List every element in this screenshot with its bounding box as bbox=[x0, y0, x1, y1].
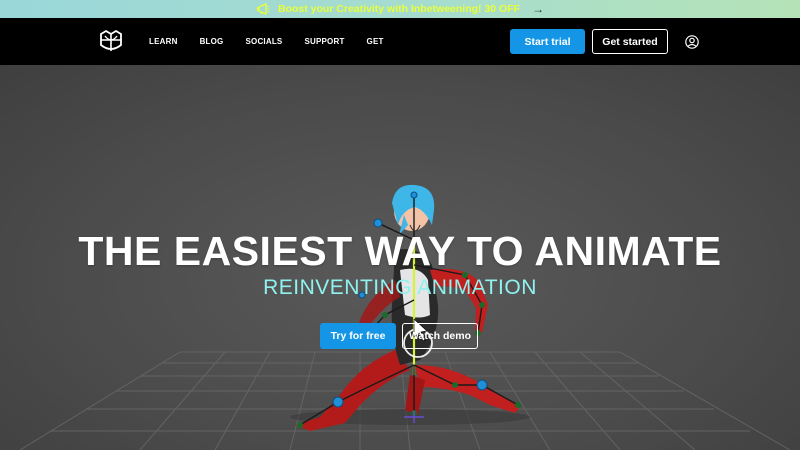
hero-section: THE EASIEST WAY TO ANIMATE REINVENTING A… bbox=[0, 65, 800, 450]
get-started-button[interactable]: Get started bbox=[592, 29, 668, 54]
arrow-right-icon[interactable]: → bbox=[532, 2, 544, 16]
nav-blog[interactable]: BLOG bbox=[200, 37, 224, 46]
hero-subtitle: REINVENTING ANIMATION bbox=[263, 276, 537, 299]
promo-banner[interactable]: Boost your Creativity with Inbetweening!… bbox=[0, 0, 800, 18]
nav-get[interactable]: GET bbox=[367, 37, 384, 46]
watch-demo-button[interactable]: Watch demo bbox=[402, 323, 478, 349]
inbetweening-logo-icon[interactable] bbox=[98, 28, 124, 54]
top-navbar: LEARN BLOG SOCIALS SUPPORT GET Start tri… bbox=[0, 18, 800, 65]
start-trial-button[interactable]: Start trial bbox=[510, 29, 585, 54]
nav-socials[interactable]: SOCIALS bbox=[245, 37, 282, 46]
main-menu: LEARN BLOG SOCIALS SUPPORT GET bbox=[149, 18, 406, 65]
user-icon[interactable] bbox=[685, 35, 699, 49]
nav-support[interactable]: SUPPORT bbox=[304, 37, 344, 46]
hero-title: THE EASIEST WAY TO ANIMATE bbox=[78, 228, 722, 274]
megaphone-icon bbox=[256, 3, 270, 15]
try-for-free-button[interactable]: Try for free bbox=[320, 323, 396, 349]
nav-learn[interactable]: LEARN bbox=[149, 37, 178, 46]
promo-text[interactable]: Boost your Creativity with Inbetweening!… bbox=[278, 3, 520, 15]
